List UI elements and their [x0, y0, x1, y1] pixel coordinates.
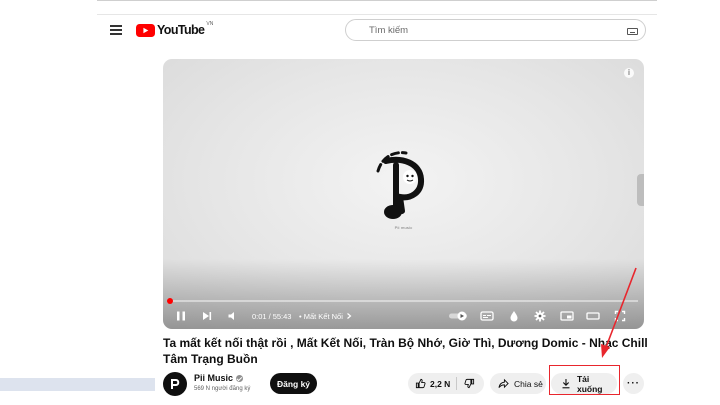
chapter-title: • Mất Kết Nối: [299, 311, 343, 321]
share-icon: [498, 378, 509, 389]
logo-region: VN: [206, 21, 214, 27]
verified-icon: [236, 374, 244, 382]
youtube-watch-page: YouTube VN Tìm kiếm i Pii music 0:01 / 5…: [97, 14, 657, 405]
subscriber-count: 569 N người đăng ký: [194, 386, 251, 392]
search-placeholder: Tìm kiếm: [369, 25, 409, 36]
like-count: 2,2 N: [430, 378, 451, 389]
thumb-down-icon: [464, 378, 475, 389]
pii-music-logo: [376, 151, 425, 219]
left-margin: [0, 0, 97, 405]
channel-name-text: Pii Music: [194, 373, 234, 383]
ambient-mode-icon[interactable]: [508, 307, 520, 325]
info-icon[interactable]: i: [624, 68, 634, 78]
duration: 55:43: [272, 311, 292, 321]
time-separator: /: [268, 311, 271, 321]
channel-name[interactable]: Pii Music: [194, 373, 244, 383]
youtube-logo[interactable]: YouTube VN: [136, 21, 214, 37]
subtitles-icon[interactable]: [480, 307, 494, 325]
chevron-right-icon: [347, 313, 352, 319]
fullscreen-icon[interactable]: [614, 307, 626, 325]
side-panel-handle[interactable]: [637, 174, 644, 206]
subscribe-button[interactable]: Đăng ký: [270, 373, 317, 394]
share-label: Chia sẻ: [514, 378, 543, 389]
autoplay-toggle-icon[interactable]: [448, 307, 470, 325]
channel-logo-caption: Pii music: [394, 225, 413, 230]
logo-text: YouTube: [157, 23, 205, 37]
video-title: Ta mất kết nối thật rồi , Mất Kết Nối, T…: [163, 336, 648, 366]
current-time: 0:01: [252, 311, 267, 321]
gear-icon[interactable]: [534, 307, 546, 325]
theater-mode-icon[interactable]: [586, 307, 600, 325]
more-actions-button[interactable]: ···: [623, 373, 644, 394]
next-icon[interactable]: [201, 307, 213, 325]
chapter-button[interactable]: • Mất Kết Nối: [299, 307, 353, 325]
share-button[interactable]: Chia sẻ: [490, 373, 546, 394]
hamburger-icon[interactable]: [110, 25, 122, 35]
keyboard-icon[interactable]: [627, 28, 638, 35]
browser-status-strip: [0, 378, 155, 391]
search-input[interactable]: Tìm kiếm: [345, 19, 646, 41]
annotation-highlight-box: [549, 365, 620, 395]
video-player[interactable]: i Pii music 0:01 / 55:43 • Mất Kết Nối: [163, 59, 644, 329]
volume-icon[interactable]: [227, 307, 239, 325]
progress-bar[interactable]: [167, 298, 638, 304]
like-dislike-group: 2,2 N: [408, 373, 484, 394]
like-button[interactable]: 2,2 N: [408, 373, 450, 394]
right-margin: [657, 0, 720, 405]
miniplayer-icon[interactable]: [560, 307, 574, 325]
pause-icon[interactable]: [175, 307, 187, 325]
time-display: 0:01 / 55:43: [252, 307, 291, 325]
thumb-up-icon: [415, 378, 426, 389]
youtube-play-icon: [136, 23, 155, 37]
avatar[interactable]: [163, 372, 187, 396]
dislike-button[interactable]: [457, 373, 475, 394]
player-controls: 0:01 / 55:43 • Mất Kết Nối: [163, 307, 644, 325]
